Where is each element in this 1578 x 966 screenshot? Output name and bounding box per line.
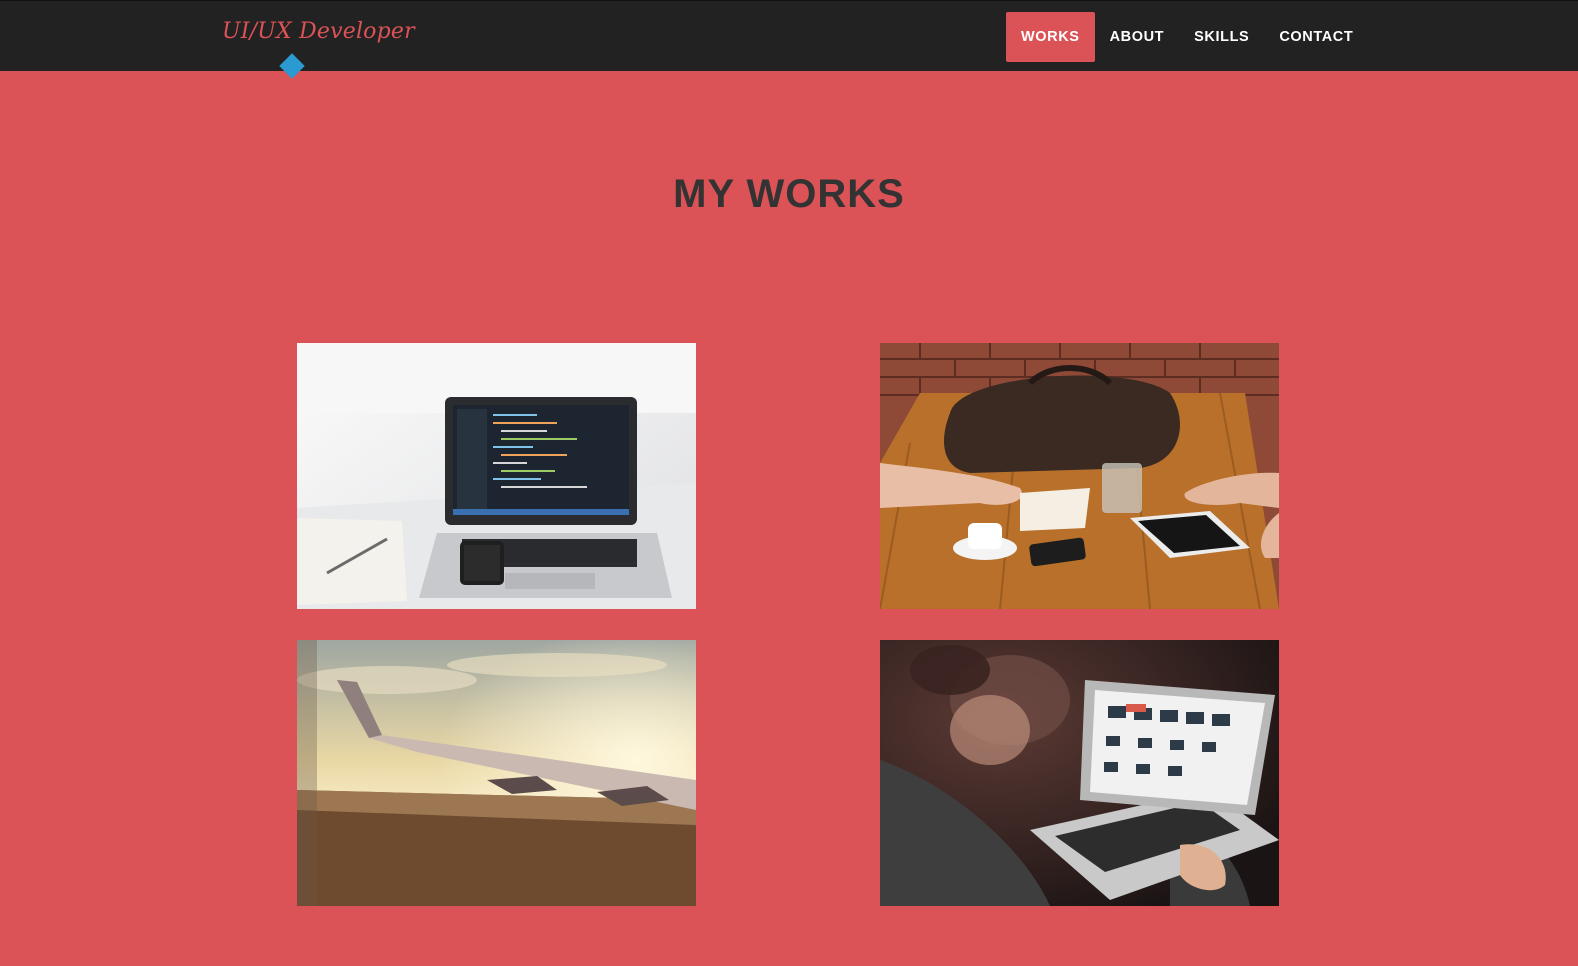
brand-logo-link[interactable]: UI/UX Developer [222,19,415,44]
nav-item-contact[interactable]: CONTACT [1264,12,1368,62]
work-item-person-laptop[interactable] [880,640,1279,906]
nav-item-works[interactable]: WORKS [1006,12,1095,62]
person-using-laptop-image [880,640,1279,906]
section-title: MY WORKS [673,172,905,216]
work-item-meeting-table[interactable] [880,343,1279,609]
laptop-with-code-image [297,343,696,609]
diamond-indicator-icon [279,53,305,79]
nav-item-about[interactable]: ABOUT [1095,12,1180,62]
main-nav: WORKS ABOUT SKILLS CONTACT [1006,12,1368,62]
top-navbar: UI/UX Developer WORKS ABOUT SKILLS CONTA… [0,0,1578,79]
airplane-wing-image [297,640,696,906]
work-item-laptop-code[interactable] [297,343,696,609]
nav-item-skills[interactable]: SKILLS [1179,12,1264,62]
work-item-airplane-wing[interactable] [297,640,696,906]
meeting-table-image [880,343,1279,609]
